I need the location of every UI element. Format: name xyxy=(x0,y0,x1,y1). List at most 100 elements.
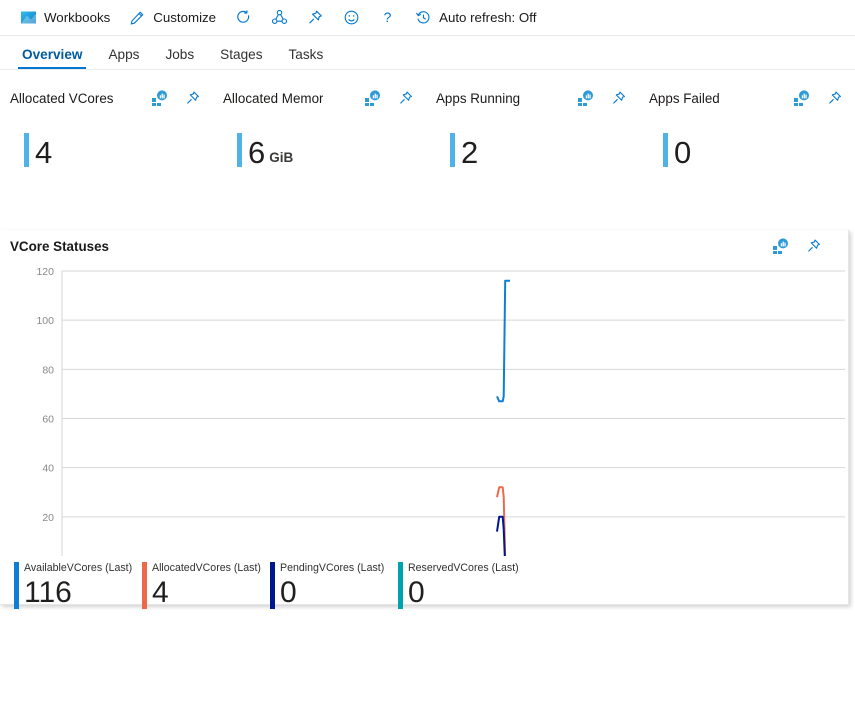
tile-accent-bar xyxy=(663,133,668,167)
pencil-icon xyxy=(128,9,146,27)
clock-icon xyxy=(414,9,432,27)
tile-body: 0 xyxy=(649,135,855,167)
pin-icon[interactable] xyxy=(611,90,627,106)
y-axis-tick-label: 80 xyxy=(42,364,54,376)
tab-tasks-label: Tasks xyxy=(289,47,324,62)
tile-accent-bar xyxy=(450,133,455,167)
tile-body: 4 xyxy=(10,135,213,167)
toolbar-customize[interactable]: Customize xyxy=(119,4,225,32)
legend-item[interactable]: AvailableVCores (Last)116 xyxy=(14,562,142,609)
legend-value: 0 xyxy=(280,576,384,609)
toolbar-workbooks-label: Workbooks xyxy=(44,10,110,25)
legend-color-swatch xyxy=(14,562,19,609)
legend-value: 4 xyxy=(152,576,261,609)
y-axis-tick-label: 60 xyxy=(42,414,54,426)
tab-stages[interactable]: Stages xyxy=(208,48,274,69)
tile-header: Allocated Memor xyxy=(223,86,426,110)
legend-label: ReservedVCores (Last) xyxy=(408,562,519,575)
tab-jobs[interactable]: Jobs xyxy=(153,48,206,69)
tile-title: Apps Failed xyxy=(649,91,720,106)
pin-icon[interactable] xyxy=(185,90,201,106)
legend-label: AllocatedVCores (Last) xyxy=(152,562,261,575)
chart-settings-icon[interactable] xyxy=(151,90,167,106)
tile-accent-bar xyxy=(24,133,29,167)
tab-apps-label: Apps xyxy=(108,47,139,62)
tile-value: 6 xyxy=(248,138,265,167)
y-axis-tick-label: 20 xyxy=(42,512,54,524)
chart-settings-icon[interactable] xyxy=(577,90,593,106)
toolbar-refresh[interactable] xyxy=(225,4,261,32)
tile-actions xyxy=(364,90,426,106)
help-icon: ? xyxy=(378,9,396,27)
tile-allocated-memory: Allocated Memor xyxy=(213,86,426,230)
toolbar-pin[interactable] xyxy=(297,4,333,32)
smiley-icon xyxy=(342,9,360,27)
series-line-pendingvcores xyxy=(497,517,510,556)
tab-apps[interactable]: Apps xyxy=(96,48,151,69)
chart-actions xyxy=(772,238,848,254)
chart-plot-area[interactable]: 02040608010012011:07 PM11:08 PM11:09 PM1… xyxy=(0,260,848,556)
tile-actions xyxy=(793,90,855,106)
toolbar-workbooks[interactable]: Workbooks xyxy=(10,4,119,32)
legend-label: PendingVCores (Last) xyxy=(280,562,384,575)
tile-header: Apps Running xyxy=(436,86,639,110)
tab-bar: Overview Apps Jobs Stages Tasks xyxy=(0,36,855,70)
tile-apps-failed: Apps Failed xyxy=(639,86,855,230)
toolbar-share[interactable] xyxy=(261,4,297,32)
chart-header: VCore Statuses xyxy=(0,230,848,260)
tile-actions xyxy=(577,90,639,106)
line-chart-svg: 02040608010012011:07 PM11:08 PM11:09 PM1… xyxy=(0,260,849,556)
tile-body: 2 xyxy=(436,135,639,167)
tile-title: Allocated Memor xyxy=(223,91,323,106)
refresh-icon xyxy=(234,9,252,27)
chart-settings-icon[interactable] xyxy=(772,238,788,254)
pin-icon[interactable] xyxy=(398,90,414,106)
workbooks-icon xyxy=(19,9,37,27)
chart-title: VCore Statuses xyxy=(10,239,109,254)
tab-overview[interactable]: Overview xyxy=(10,48,94,69)
toolbar-help[interactable]: ? xyxy=(369,4,405,32)
tab-overview-label: Overview xyxy=(22,47,82,62)
toolbar-auto-refresh[interactable]: Auto refresh: Off xyxy=(405,4,545,32)
tile-body: 6 GiB xyxy=(223,135,426,167)
legend-label: AvailableVCores (Last) xyxy=(24,562,132,575)
tab-jobs-label: Jobs xyxy=(165,47,194,62)
metric-tiles-row: Allocated VCores xyxy=(0,70,855,230)
tile-title: Allocated VCores xyxy=(10,91,113,106)
pin-icon[interactable] xyxy=(806,238,822,254)
tile-allocated-vcores: Allocated VCores xyxy=(0,86,213,230)
toolbar-customize-label: Customize xyxy=(153,10,216,25)
top-toolbar: Workbooks Customize xyxy=(0,0,855,36)
y-axis-tick-label: 120 xyxy=(36,266,54,278)
tile-header: Apps Failed xyxy=(649,86,855,110)
tile-actions xyxy=(151,90,213,106)
tile-header: Allocated VCores xyxy=(10,86,213,110)
legend-value: 116 xyxy=(24,576,132,609)
chart-legend: AvailableVCores (Last)116AllocatedVCores… xyxy=(0,556,848,609)
tile-unit: GiB xyxy=(269,150,293,165)
chart-settings-icon[interactable] xyxy=(793,90,809,106)
legend-item[interactable]: PendingVCores (Last)0 xyxy=(270,562,398,609)
tile-accent-bar xyxy=(237,133,242,167)
legend-item[interactable]: ReservedVCores (Last)0 xyxy=(398,562,534,609)
tile-value: 2 xyxy=(461,138,478,167)
pin-icon xyxy=(306,9,324,27)
legend-item[interactable]: AllocatedVCores (Last)4 xyxy=(142,562,270,609)
legend-color-swatch xyxy=(142,562,147,609)
legend-color-swatch xyxy=(270,562,275,609)
tab-stages-label: Stages xyxy=(220,47,262,62)
toolbar-auto-refresh-label: Auto refresh: Off xyxy=(439,10,536,25)
legend-value: 0 xyxy=(408,576,519,609)
tab-tasks[interactable]: Tasks xyxy=(277,48,336,69)
series-line-availablevcores xyxy=(497,281,510,402)
tile-apps-running: Apps Running xyxy=(426,86,639,230)
vcore-statuses-card: VCore Statuses 0 xyxy=(0,230,849,605)
chart-settings-icon[interactable] xyxy=(364,90,380,106)
pin-icon[interactable] xyxy=(827,90,843,106)
legend-color-swatch xyxy=(398,562,403,609)
toolbar-feedback[interactable] xyxy=(333,4,369,32)
y-axis-tick-label: 100 xyxy=(36,315,54,327)
tile-title: Apps Running xyxy=(436,91,520,106)
share-icon xyxy=(270,9,288,27)
tile-value: 0 xyxy=(674,138,691,167)
